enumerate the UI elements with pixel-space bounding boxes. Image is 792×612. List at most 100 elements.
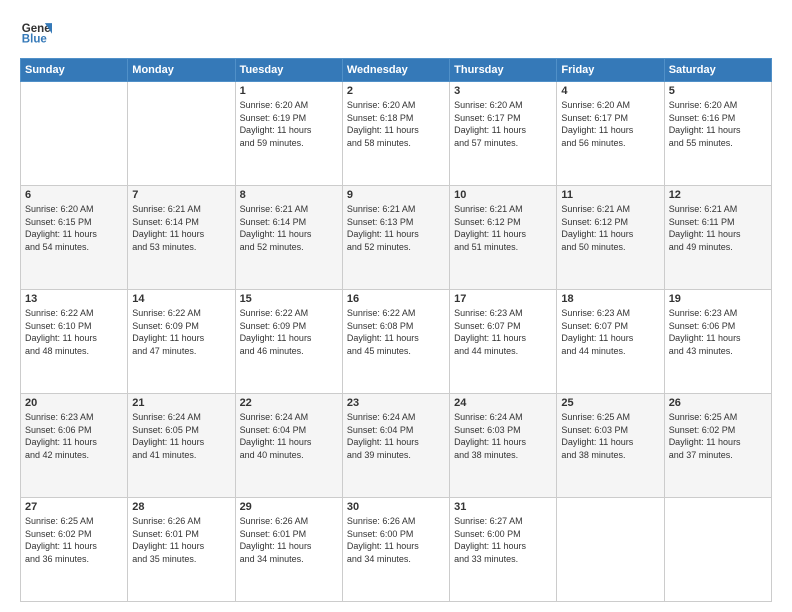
logo-icon: General Blue: [20, 16, 52, 48]
day-info: Sunrise: 6:26 AM Sunset: 6:01 PM Dayligh…: [132, 515, 230, 565]
weekday-header-tuesday: Tuesday: [235, 59, 342, 82]
day-info: Sunrise: 6:21 AM Sunset: 6:13 PM Dayligh…: [347, 203, 445, 253]
day-number: 4: [561, 85, 659, 97]
weekday-header-saturday: Saturday: [664, 59, 771, 82]
calendar-cell: 2 Sunrise: 6:20 AM Sunset: 6:18 PM Daylig…: [342, 82, 449, 186]
calendar-cell: 25 Sunrise: 6:25 AM Sunset: 6:03 PM Dayli…: [557, 394, 664, 498]
day-info: Sunrise: 6:21 AM Sunset: 6:11 PM Dayligh…: [669, 203, 767, 253]
day-number: 22: [240, 397, 338, 409]
calendar-cell: 31Sunrise: 6:27 AM Sunset: 6:00 PM Dayli…: [450, 498, 557, 602]
day-info: Sunrise: 6:21 AM Sunset: 6:14 PM Dayligh…: [240, 203, 338, 253]
day-info: Sunrise: 6:23 AM Sunset: 6:06 PM Dayligh…: [25, 411, 123, 461]
day-number: 21: [132, 397, 230, 409]
calendar-cell: 10 Sunrise: 6:21 AM Sunset: 6:12 PM Dayli…: [450, 186, 557, 290]
calendar-cell: 19 Sunrise: 6:23 AM Sunset: 6:06 PM Dayli…: [664, 290, 771, 394]
day-info: Sunrise: 6:24 AM Sunset: 6:05 PM Dayligh…: [132, 411, 230, 461]
calendar-cell: 15 Sunrise: 6:22 AM Sunset: 6:09 PM Dayli…: [235, 290, 342, 394]
calendar-cell: 17Sunrise: 6:23 AM Sunset: 6:07 PM Dayli…: [450, 290, 557, 394]
logo: General Blue: [20, 16, 52, 48]
day-info: Sunrise: 6:24 AM Sunset: 6:04 PM Dayligh…: [240, 411, 338, 461]
day-number: 17: [454, 293, 552, 305]
day-info: Sunrise: 6:23 AM Sunset: 6:06 PM Dayligh…: [669, 307, 767, 357]
calendar-page: General Blue SundayMondayTuesdayWednesda…: [0, 0, 792, 612]
day-number: 13: [25, 293, 123, 305]
day-number: 28: [132, 501, 230, 513]
day-info: Sunrise: 6:21 AM Sunset: 6:12 PM Dayligh…: [454, 203, 552, 253]
day-number: 27: [25, 501, 123, 513]
calendar-cell: 28 Sunrise: 6:26 AM Sunset: 6:01 PM Dayli…: [128, 498, 235, 602]
day-info: Sunrise: 6:25 AM Sunset: 6:02 PM Dayligh…: [25, 515, 123, 565]
day-info: Sunrise: 6:21 AM Sunset: 6:14 PM Dayligh…: [132, 203, 230, 253]
day-number: 12: [669, 189, 767, 201]
week-row-2: 6Sunrise: 6:20 AM Sunset: 6:15 PM Daylig…: [21, 186, 772, 290]
day-number: 25: [561, 397, 659, 409]
day-number: 24: [454, 397, 552, 409]
calendar-cell: 23 Sunrise: 6:24 AM Sunset: 6:04 PM Dayli…: [342, 394, 449, 498]
svg-text:Blue: Blue: [22, 34, 48, 46]
calendar-cell: 20 Sunrise: 6:23 AM Sunset: 6:06 PM Dayli…: [21, 394, 128, 498]
day-number: 5: [669, 85, 767, 97]
day-number: 14: [132, 293, 230, 305]
day-number: 20: [25, 397, 123, 409]
day-info: Sunrise: 6:22 AM Sunset: 6:08 PM Dayligh…: [347, 307, 445, 357]
day-number: 26: [669, 397, 767, 409]
day-info: Sunrise: 6:20 AM Sunset: 6:17 PM Dayligh…: [454, 99, 552, 149]
day-info: Sunrise: 6:20 AM Sunset: 6:19 PM Dayligh…: [240, 99, 338, 149]
calendar-cell: 29Sunrise: 6:26 AM Sunset: 6:01 PM Dayli…: [235, 498, 342, 602]
calendar-cell: 1Sunrise: 6:20 AM Sunset: 6:19 PM Daylig…: [235, 82, 342, 186]
day-info: Sunrise: 6:26 AM Sunset: 6:01 PM Dayligh…: [240, 515, 338, 565]
calendar-cell: 18 Sunrise: 6:23 AM Sunset: 6:07 PM Dayli…: [557, 290, 664, 394]
calendar-cell: 9Sunrise: 6:21 AM Sunset: 6:13 PM Daylig…: [342, 186, 449, 290]
calendar-cell: 5 Sunrise: 6:20 AM Sunset: 6:16 PM Daylig…: [664, 82, 771, 186]
day-info: Sunrise: 6:21 AM Sunset: 6:12 PM Dayligh…: [561, 203, 659, 253]
calendar-cell: [557, 498, 664, 602]
calendar-table: SundayMondayTuesdayWednesdayThursdayFrid…: [20, 58, 772, 602]
day-number: 10: [454, 189, 552, 201]
day-info: Sunrise: 6:20 AM Sunset: 6:15 PM Dayligh…: [25, 203, 123, 253]
weekday-header-friday: Friday: [557, 59, 664, 82]
day-info: Sunrise: 6:25 AM Sunset: 6:02 PM Dayligh…: [669, 411, 767, 461]
calendar-cell: 27 Sunrise: 6:25 AM Sunset: 6:02 PM Dayli…: [21, 498, 128, 602]
day-number: 18: [561, 293, 659, 305]
week-row-1: 1Sunrise: 6:20 AM Sunset: 6:19 PM Daylig…: [21, 82, 772, 186]
calendar-cell: 11 Sunrise: 6:21 AM Sunset: 6:12 PM Dayli…: [557, 186, 664, 290]
day-info: Sunrise: 6:24 AM Sunset: 6:03 PM Dayligh…: [454, 411, 552, 461]
day-number: 31: [454, 501, 552, 513]
day-info: Sunrise: 6:20 AM Sunset: 6:18 PM Dayligh…: [347, 99, 445, 149]
day-number: 19: [669, 293, 767, 305]
day-number: 16: [347, 293, 445, 305]
day-number: 8: [240, 189, 338, 201]
day-info: Sunrise: 6:22 AM Sunset: 6:09 PM Dayligh…: [132, 307, 230, 357]
calendar-cell: 7 Sunrise: 6:21 AM Sunset: 6:14 PM Daylig…: [128, 186, 235, 290]
day-info: Sunrise: 6:24 AM Sunset: 6:04 PM Dayligh…: [347, 411, 445, 461]
calendar-cell: 6Sunrise: 6:20 AM Sunset: 6:15 PM Daylig…: [21, 186, 128, 290]
calendar-cell: 21 Sunrise: 6:24 AM Sunset: 6:05 PM Dayli…: [128, 394, 235, 498]
day-info: Sunrise: 6:20 AM Sunset: 6:16 PM Dayligh…: [669, 99, 767, 149]
calendar-cell: [21, 82, 128, 186]
calendar-cell: 26 Sunrise: 6:25 AM Sunset: 6:02 PM Dayli…: [664, 394, 771, 498]
calendar-cell: 24 Sunrise: 6:24 AM Sunset: 6:03 PM Dayli…: [450, 394, 557, 498]
calendar-cell: [128, 82, 235, 186]
day-info: Sunrise: 6:20 AM Sunset: 6:17 PM Dayligh…: [561, 99, 659, 149]
day-info: Sunrise: 6:23 AM Sunset: 6:07 PM Dayligh…: [561, 307, 659, 357]
day-info: Sunrise: 6:22 AM Sunset: 6:09 PM Dayligh…: [240, 307, 338, 357]
day-number: 7: [132, 189, 230, 201]
week-row-4: 20 Sunrise: 6:23 AM Sunset: 6:06 PM Dayli…: [21, 394, 772, 498]
calendar-cell: 13Sunrise: 6:22 AM Sunset: 6:10 PM Dayli…: [21, 290, 128, 394]
week-row-5: 27 Sunrise: 6:25 AM Sunset: 6:02 PM Dayli…: [21, 498, 772, 602]
weekday-header-row: SundayMondayTuesdayWednesdayThursdayFrid…: [21, 59, 772, 82]
day-number: 2: [347, 85, 445, 97]
day-number: 23: [347, 397, 445, 409]
calendar-cell: 3 Sunrise: 6:20 AM Sunset: 6:17 PM Daylig…: [450, 82, 557, 186]
weekday-header-monday: Monday: [128, 59, 235, 82]
day-number: 3: [454, 85, 552, 97]
day-info: Sunrise: 6:25 AM Sunset: 6:03 PM Dayligh…: [561, 411, 659, 461]
header: General Blue: [20, 16, 772, 48]
calendar-cell: 30Sunrise: 6:26 AM Sunset: 6:00 PM Dayli…: [342, 498, 449, 602]
day-number: 15: [240, 293, 338, 305]
weekday-header-wednesday: Wednesday: [342, 59, 449, 82]
calendar-cell: [664, 498, 771, 602]
weekday-header-thursday: Thursday: [450, 59, 557, 82]
weekday-header-sunday: Sunday: [21, 59, 128, 82]
day-number: 11: [561, 189, 659, 201]
